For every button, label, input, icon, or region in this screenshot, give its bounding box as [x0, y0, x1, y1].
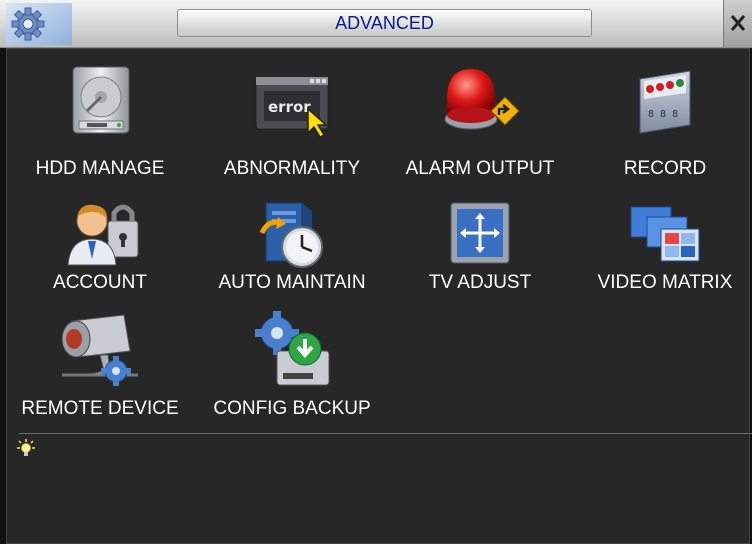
menu-item-alarm-output[interactable]: ALARM OUTPUT	[385, 63, 575, 193]
window-title: ADVANCED	[177, 9, 592, 37]
menu-item-tv-adjust[interactable]: TV ADJUST	[385, 199, 575, 329]
title-bar: ADVANCED	[0, 0, 752, 48]
record-icon: 8 8 8	[570, 63, 752, 155]
menu-item-record[interactable]: 8 8 8 RECORD	[570, 63, 752, 193]
remote-camera-icon	[5, 311, 195, 403]
config-backup-icon	[197, 311, 387, 403]
menu-item-label: HDD MANAGE	[35, 158, 165, 179]
divider	[19, 433, 752, 434]
menu-item-auto-maintain[interactable]: AUTO MAINTAIN	[197, 199, 387, 329]
menu-item-config-backup[interactable]: CONFIG BACKUP	[197, 311, 387, 441]
close-button[interactable]	[723, 0, 752, 47]
error-text: error	[268, 98, 311, 116]
advanced-window: ADVANCED HDD MANAGE error ABNORMALITY AL…	[0, 0, 752, 544]
menu-item-abnormality[interactable]: error ABNORMALITY	[197, 63, 387, 193]
menu-panel: HDD MANAGE error ABNORMALITY ALARM OUTPU…	[5, 48, 752, 544]
gear-icon	[6, 3, 72, 45]
menu-item-video-matrix[interactable]: VIDEO MATRIX	[570, 199, 752, 329]
menu-item-label: ALARM OUTPUT	[405, 158, 555, 179]
menu-item-label: VIDEO MATRIX	[597, 272, 733, 293]
menu-item-label: TV ADJUST	[428, 272, 532, 293]
menu-item-label: RECORD	[623, 158, 707, 179]
menu-item-label: CONFIG BACKUP	[213, 398, 371, 419]
menu-item-label: AUTO MAINTAIN	[218, 272, 366, 293]
menu-item-remote-device[interactable]: REMOTE DEVICE	[5, 311, 195, 441]
alarm-light-icon	[385, 63, 575, 155]
error-screen-icon: error	[197, 63, 387, 155]
menu-item-account[interactable]: ACCOUNT	[5, 199, 195, 329]
menu-item-label: ACCOUNT	[53, 272, 147, 293]
close-icon	[730, 15, 746, 31]
menu-item-hdd-manage[interactable]: HDD MANAGE	[5, 63, 195, 193]
svg-text:8 8 8: 8 8 8	[648, 109, 678, 120]
menu-item-label: ABNORMALITY	[223, 158, 361, 179]
menu-item-label: REMOTE DEVICE	[21, 398, 179, 419]
hdd-icon	[5, 63, 195, 155]
lightbulb-icon	[17, 439, 35, 457]
